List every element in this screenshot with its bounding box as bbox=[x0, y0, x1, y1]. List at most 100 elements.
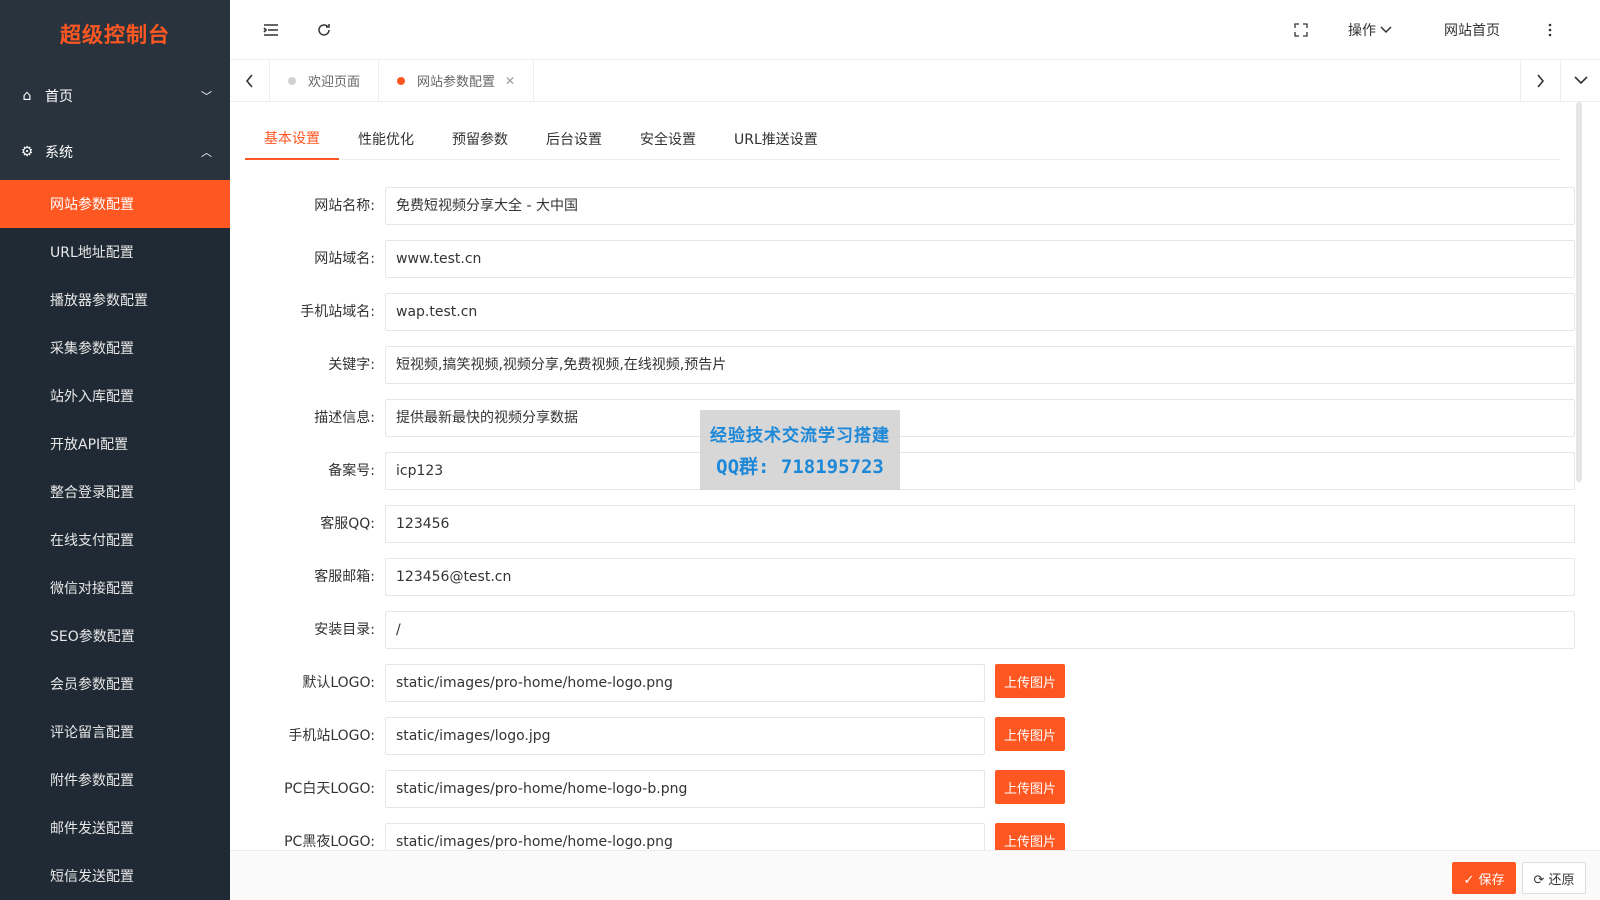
refresh-icon[interactable] bbox=[316, 0, 332, 60]
form-row-default-logo: 默认LOGO: static/images/pro-home/home-logo… bbox=[245, 655, 1565, 708]
icp-input[interactable]: icp123 bbox=[385, 452, 1575, 490]
sidebar-item-pay-config[interactable]: 在线支付配置 bbox=[0, 516, 230, 564]
top-header: 操作 网站首页 bbox=[230, 0, 1600, 60]
field-label: 网站域名: bbox=[314, 251, 375, 267]
site-home-link[interactable]: 网站首页 bbox=[1444, 0, 1500, 60]
tab-admin-settings[interactable]: 后台设置 bbox=[527, 118, 621, 160]
sidebar-item-mail-config[interactable]: 邮件发送配置 bbox=[0, 804, 230, 852]
field-label: PC白天LOGO: bbox=[284, 781, 375, 797]
install-dir-input[interactable]: / bbox=[385, 611, 1575, 649]
default-logo-input[interactable]: static/images/pro-home/home-logo.png bbox=[385, 664, 985, 702]
mobile-domain-input[interactable]: wap.test.cn bbox=[385, 293, 1575, 331]
form-row-install-dir: 安装目录: / bbox=[245, 602, 1575, 655]
tab-scroll-left-icon[interactable] bbox=[230, 60, 270, 101]
upload-image-button[interactable]: 上传图片 bbox=[995, 770, 1065, 804]
sidebar-item-login-config[interactable]: 整合登录配置 bbox=[0, 468, 230, 516]
field-label: 网站名称: bbox=[314, 198, 375, 214]
sidebar-item-attachment-config[interactable]: 附件参数配置 bbox=[0, 756, 230, 804]
sidebar-item-site-config[interactable]: 网站参数配置 bbox=[0, 180, 230, 228]
config-tabs: 基本设置 性能优化 预留参数 后台设置 安全设置 URL推送设置 bbox=[245, 118, 1560, 160]
sidebar-group-label: 系统 bbox=[45, 145, 73, 161]
field-label: 默认LOGO: bbox=[302, 675, 375, 691]
form-row-site-domain: 网站域名: www.test.cn bbox=[245, 231, 1575, 284]
field-label: PC黑夜LOGO: bbox=[284, 834, 375, 850]
chevron-down-icon: ﹀ bbox=[201, 90, 212, 103]
form-row-keywords: 关键字: 短视频,搞笑视频,视频分享,免费视频,在线视频,预告片 bbox=[245, 337, 1575, 390]
form-row-service-qq: 客服QQ: 123456 bbox=[245, 496, 1575, 549]
main-content: 基本设置 性能优化 预留参数 后台设置 安全设置 URL推送设置 网站名称: 免… bbox=[230, 102, 1600, 850]
sidebar-item-url-config[interactable]: URL地址配置 bbox=[0, 228, 230, 276]
fullscreen-icon[interactable] bbox=[1294, 0, 1308, 60]
page-tab-bar: 欢迎页面 网站参数配置 ✕ bbox=[230, 60, 1600, 102]
ops-label: 操作 bbox=[1348, 23, 1376, 39]
tab-basic-settings[interactable]: 基本设置 bbox=[245, 118, 339, 160]
config-form: 网站名称: 免费短视频分享大全 - 大中国 网站域名: www.test.cn … bbox=[245, 178, 1575, 850]
field-label: 关键字: bbox=[328, 357, 375, 373]
sidebar-item-api-config[interactable]: 开放API配置 bbox=[0, 420, 230, 468]
sidebar-item-comment-config[interactable]: 评论留言配置 bbox=[0, 708, 230, 756]
service-qq-input[interactable]: 123456 bbox=[385, 505, 1575, 543]
field-label: 手机站域名: bbox=[300, 304, 375, 320]
tab-label: 网站参数配置 bbox=[417, 75, 496, 90]
form-row-service-email: 客服邮箱: 123456@test.cn bbox=[245, 549, 1575, 602]
brand-logo: 超级控制台 bbox=[60, 23, 170, 47]
ops-dropdown[interactable]: 操作 bbox=[1348, 0, 1392, 60]
upload-image-button[interactable]: 上传图片 bbox=[995, 664, 1065, 698]
field-label: 客服QQ: bbox=[320, 516, 375, 532]
chevron-down-icon bbox=[1380, 22, 1392, 38]
pc-night-logo-input[interactable]: static/images/pro-home/home-logo.png bbox=[385, 823, 985, 850]
watermark-line: QQ群: 718195723 bbox=[716, 456, 884, 478]
tab-security-settings[interactable]: 安全设置 bbox=[621, 118, 715, 160]
sidebar-submenu: 网站参数配置 URL地址配置 播放器参数配置 采集参数配置 站外入库配置 开放A… bbox=[0, 180, 230, 900]
system-icon: ⚙ bbox=[20, 144, 34, 160]
tab-url-push-settings[interactable]: URL推送设置 bbox=[715, 118, 837, 160]
site-domain-input[interactable]: www.test.cn bbox=[385, 240, 1575, 278]
sidebar-item-collect-config[interactable]: 采集参数配置 bbox=[0, 324, 230, 372]
sidebar-item-import-config[interactable]: 站外入库配置 bbox=[0, 372, 230, 420]
sidebar-item-member-config[interactable]: 会员参数配置 bbox=[0, 660, 230, 708]
tab-performance[interactable]: 性能优化 bbox=[339, 118, 433, 160]
form-row-icp: 备案号: icp123 bbox=[245, 443, 1575, 496]
sidebar-item-sms-config[interactable]: 短信发送配置 bbox=[0, 852, 230, 900]
form-row-pc-day-logo: PC白天LOGO: static/images/pro-home/home-lo… bbox=[245, 761, 1565, 814]
mobile-logo-input[interactable]: static/images/logo.jpg bbox=[385, 717, 985, 755]
field-label: 描述信息: bbox=[314, 410, 375, 426]
description-input[interactable]: 提供最新最快的视频分享数据 bbox=[385, 399, 1575, 437]
service-email-input[interactable]: 123456@test.cn bbox=[385, 558, 1575, 596]
content-scrollbar[interactable] bbox=[1576, 102, 1582, 482]
tab-dot-icon bbox=[288, 76, 296, 85]
field-label: 客服邮箱: bbox=[314, 569, 375, 585]
form-row-site-name: 网站名称: 免费短视频分享大全 - 大中国 bbox=[245, 178, 1575, 231]
home-icon: ⌂ bbox=[22, 88, 32, 104]
sidebar-group-home[interactable]: ⌂ 首页 ﹀ bbox=[0, 68, 230, 124]
sidebar-item-player-config[interactable]: 播放器参数配置 bbox=[0, 276, 230, 324]
form-row-description: 描述信息: 提供最新最快的视频分享数据 bbox=[245, 390, 1575, 443]
keywords-input[interactable]: 短视频,搞笑视频,视频分享,免费视频,在线视频,预告片 bbox=[385, 346, 1575, 384]
tab-reserved-params[interactable]: 预留参数 bbox=[433, 118, 527, 160]
field-label: 备案号: bbox=[328, 463, 375, 479]
sidebar-item-wechat-config[interactable]: 微信对接配置 bbox=[0, 564, 230, 612]
tab-dot-icon bbox=[397, 76, 406, 85]
sidebar: 超级控制台 ⌂ 首页 ﹀ ⚙ 系统 ︿ 网站参数配置 URL地址配置 播放器参数… bbox=[0, 0, 230, 900]
page-tabs: 欢迎页面 网站参数配置 ✕ bbox=[270, 60, 1520, 101]
upload-image-button[interactable]: 上传图片 bbox=[995, 717, 1065, 751]
form-row-mobile-domain: 手机站域名: wap.test.cn bbox=[245, 284, 1575, 337]
tab-welcome[interactable]: 欢迎页面 bbox=[270, 60, 380, 101]
tab-scroll-right-icon[interactable] bbox=[1520, 60, 1560, 101]
more-vertical-icon[interactable] bbox=[1548, 0, 1552, 60]
pc-day-logo-input[interactable]: static/images/pro-home/home-logo-b.png bbox=[385, 770, 985, 808]
field-label: 手机站LOGO: bbox=[288, 728, 375, 744]
close-icon[interactable]: ✕ bbox=[505, 74, 515, 88]
tab-site-config[interactable]: 网站参数配置 ✕ bbox=[379, 60, 535, 101]
sidebar-item-seo-config[interactable]: SEO参数配置 bbox=[0, 612, 230, 660]
upload-image-button[interactable]: 上传图片 bbox=[995, 823, 1065, 850]
chevron-up-icon: ︿ bbox=[201, 146, 212, 159]
sidebar-group-system[interactable]: ⚙ 系统 ︿ bbox=[0, 124, 230, 180]
form-row-mobile-logo: 手机站LOGO: static/images/logo.jpg 上传图片 bbox=[245, 708, 1565, 761]
field-label: 安装目录: bbox=[314, 622, 375, 638]
save-button[interactable]: ✓ 保存 bbox=[1452, 862, 1516, 894]
tab-menu-chevron-down-icon[interactable] bbox=[1560, 60, 1600, 101]
menu-fold-icon[interactable] bbox=[262, 0, 280, 60]
site-name-input[interactable]: 免费短视频分享大全 - 大中国 bbox=[385, 187, 1575, 225]
reset-button[interactable]: ⟳ 还原 bbox=[1522, 862, 1586, 894]
